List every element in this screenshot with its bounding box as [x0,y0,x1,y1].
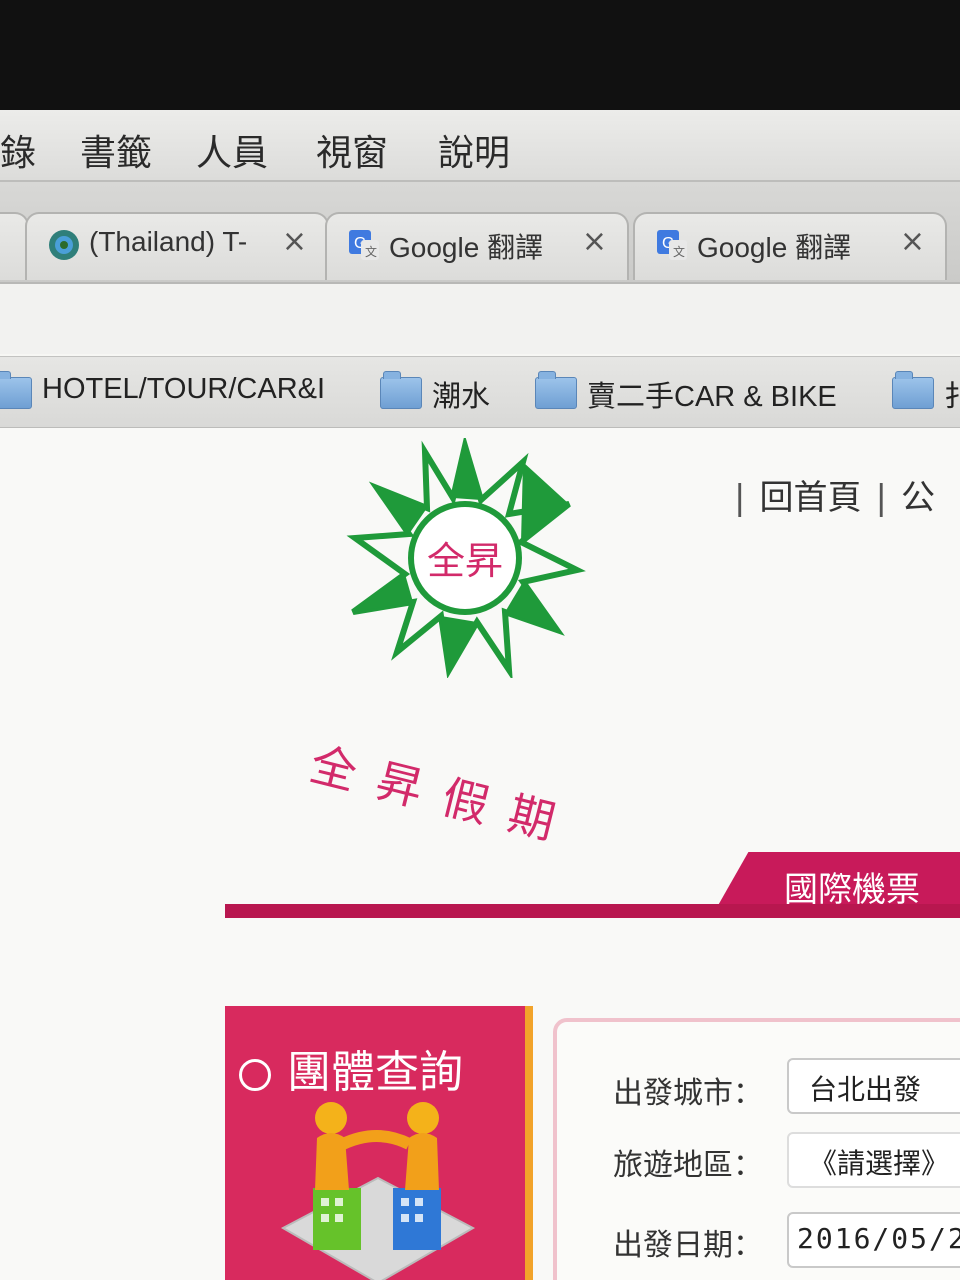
form-row-region: 旅遊地區： [613,1140,763,1184]
form-row-date: 出發日期： [613,1220,763,1264]
logo-text: 全昇假期 [304,736,582,855]
tab-title: Google 翻譯 [697,232,852,263]
tab-title: (Thailand) T- [89,226,248,257]
departure-city-select[interactable]: 台北出發 [787,1058,960,1114]
svg-text:文: 文 [673,244,685,259]
group-search-label: 團體查詢 [287,1047,463,1098]
google-translate-icon: G 文 [349,230,379,260]
folder-icon [892,371,934,409]
nav-divider [225,904,960,918]
web-page: | 回首頁 | 公 全昇 全昇假期 國際機票 團體查詢 出發城市： 台北出發 旅… [0,428,960,1280]
close-icon[interactable]: × [582,224,607,259]
bookmark-folder-used-car-bike[interactable]: 賣二手CAR & BIKE [535,371,865,413]
tab-thailand[interactable]: (Thailand) T- × [25,212,329,280]
menu-item-window[interactable]: 視窗 [316,124,388,176]
bookmark-label: 扌 [944,381,960,413]
folder-icon [535,371,577,409]
region-select[interactable]: 《請選擇》 [787,1132,960,1188]
browser-window: 錄 書籤 人員 視窗 說明 (Thailand) T- × G 文 Google… [0,110,960,1280]
close-icon[interactable]: × [900,224,925,259]
bookmark-folder-tide[interactable]: 潮水 [380,371,510,413]
menu-item-help[interactable]: 說明 [438,124,510,176]
home-link[interactable]: 回首頁 [759,478,861,518]
tab-google-translate-2[interactable]: G 文 Google 翻譯 × [633,212,947,280]
group-search-title: 團體查詢 [239,1036,463,1100]
tab-title: Google 翻譯 [389,232,544,263]
date-label: 出發日期： [613,1228,763,1263]
logo-center-text: 全昇 [427,539,503,583]
departure-date-input[interactable]: 2016/05/2 [787,1212,960,1268]
bookmarks-bar: HOTEL/TOUR/CAR&I 潮水 賣二手CAR & BIKE 扌 [0,356,960,429]
bookmark-folder-hotel[interactable]: HOTEL/TOUR/CAR&I [0,371,350,413]
google-translate-icon: G 文 [657,230,687,260]
bookmark-label: 賣二手CAR & BIKE [587,381,837,413]
circle-icon [239,1059,271,1091]
bookmark-folder-partial[interactable]: 扌 [892,371,960,413]
handshake-buildings-icon [280,1102,476,1280]
menu-item-bookmarks[interactable]: 書籤 [80,124,152,176]
close-icon[interactable]: × [282,224,307,259]
form-row-departure-city: 出發城市： [613,1068,763,1112]
group-search-panel[interactable]: 團體查詢 [225,1006,533,1280]
group-search-form: 出發城市： 台北出發 旅遊地區： 《請選擇》 出發日期： 2016/05/2 [553,1018,960,1280]
tab-google-translate-1[interactable]: G 文 Google 翻譯 × [325,212,629,280]
menu-bar: 錄 書籤 人員 視窗 說明 [0,110,960,182]
tab-strip: (Thailand) T- × G 文 Google 翻譯 × G 文 Goog… [0,182,960,292]
folder-icon [0,371,32,409]
menu-item-history[interactable]: 錄 [0,124,36,176]
sun-logo-icon[interactable]: 全昇 [325,438,605,678]
region-label: 旅遊地區： [613,1148,763,1183]
departure-city-label: 出發城市： [613,1076,763,1111]
address-toolbar [0,282,960,354]
svg-text:文: 文 [365,244,377,259]
bookmark-label: HOTEL/TOUR/CAR&I [42,373,326,405]
bookmark-label: 潮水 [432,381,491,413]
menu-item-people[interactable]: 人員 [196,124,268,176]
top-link-partial[interactable]: 公 [901,478,935,518]
top-links: | 回首頁 | 公 [734,478,935,518]
tripadvisor-icon [49,230,79,260]
folder-icon [380,371,422,409]
